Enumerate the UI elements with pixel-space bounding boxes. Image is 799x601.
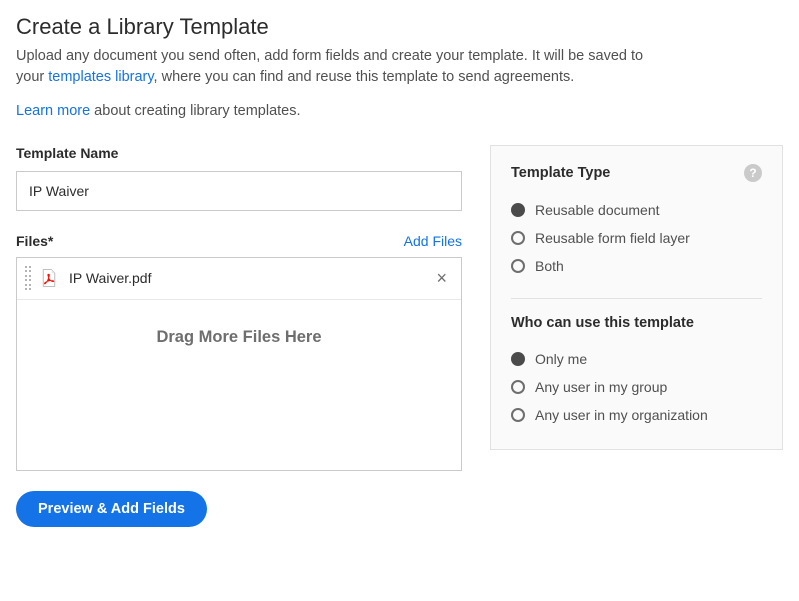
right-column: Template Type ? Reusable document Reusab…: [490, 145, 783, 450]
radio-icon: [511, 259, 525, 273]
template-type-header: Template Type ?: [511, 164, 762, 182]
radio-reusable-form-field-layer[interactable]: Reusable form field layer: [511, 224, 762, 252]
drop-zone[interactable]: Drag More Files Here: [17, 300, 461, 470]
template-name-label: Template Name: [16, 145, 462, 161]
template-name-input[interactable]: [16, 171, 462, 211]
files-label: Files*: [16, 233, 53, 249]
left-column: Template Name Files* Add Files: [16, 145, 462, 471]
preview-add-fields-button[interactable]: Preview & Add Fields: [16, 491, 207, 527]
page-title: Create a Library Template: [16, 14, 783, 40]
form-columns: Template Name Files* Add Files: [16, 145, 783, 471]
who-can-use-title: Who can use this template: [511, 315, 762, 331]
files-header: Files* Add Files: [16, 233, 462, 249]
files-box: IP Waiver.pdf × Drag More Files Here: [16, 257, 462, 471]
template-type-title: Template Type: [511, 165, 610, 181]
radio-both[interactable]: Both: [511, 252, 762, 280]
divider: [511, 298, 762, 299]
file-row[interactable]: IP Waiver.pdf ×: [17, 258, 461, 300]
intro-post: , where you can find and reuse this temp…: [154, 69, 575, 85]
templates-library-link[interactable]: templates library: [48, 69, 153, 85]
learn-more-post: about creating library templates.: [90, 103, 300, 119]
file-name: IP Waiver.pdf: [69, 270, 432, 286]
radio-icon: [511, 231, 525, 245]
radio-label: Any user in my organization: [535, 407, 708, 423]
radio-label: Reusable form field layer: [535, 230, 690, 246]
who-can-use-group: Only me Any user in my group Any user in…: [511, 345, 762, 429]
radio-any-user-org[interactable]: Any user in my organization: [511, 401, 762, 429]
drag-handle-icon[interactable]: [25, 266, 33, 290]
radio-only-me[interactable]: Only me: [511, 345, 762, 373]
radio-icon: [511, 352, 525, 366]
template-options-panel: Template Type ? Reusable document Reusab…: [490, 145, 783, 450]
learn-more-line: Learn more about creating library templa…: [16, 103, 783, 119]
radio-icon: [511, 203, 525, 217]
radio-icon: [511, 380, 525, 394]
radio-icon: [511, 408, 525, 422]
create-template-page: Create a Library Template Upload any doc…: [0, 0, 799, 601]
radio-any-user-group[interactable]: Any user in my group: [511, 373, 762, 401]
learn-more-link[interactable]: Learn more: [16, 103, 90, 119]
radio-label: Reusable document: [535, 202, 660, 218]
template-type-group: Reusable document Reusable form field la…: [511, 196, 762, 280]
intro-text: Upload any document you send often, add …: [16, 46, 656, 88]
radio-reusable-document[interactable]: Reusable document: [511, 196, 762, 224]
radio-label: Any user in my group: [535, 379, 667, 395]
remove-file-icon[interactable]: ×: [432, 267, 451, 289]
pdf-icon: [39, 267, 59, 289]
help-icon[interactable]: ?: [744, 164, 762, 182]
radio-label: Both: [535, 258, 564, 274]
add-files-link[interactable]: Add Files: [404, 233, 462, 249]
radio-label: Only me: [535, 351, 587, 367]
